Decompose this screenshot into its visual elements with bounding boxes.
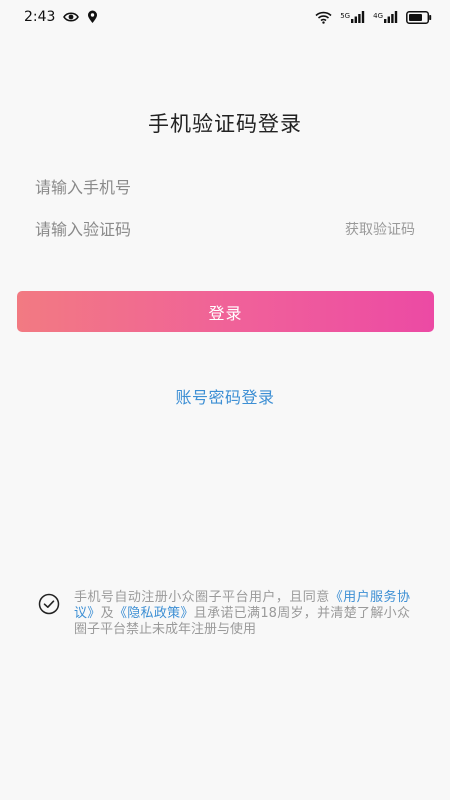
signal-4g-icon: 4G — [373, 11, 398, 23]
signal-5g-tag: 5G — [340, 12, 351, 20]
signal-4g-tag: 4G — [373, 12, 383, 20]
wifi-icon — [315, 11, 332, 24]
eye-icon — [63, 11, 80, 23]
agreement-section: 手机号自动注册小众圈子平台用户，且同意《用户服务协议》及《隐私政策》且承诺已满1… — [38, 590, 418, 638]
code-input[interactable] — [35, 219, 285, 239]
agreement-text: 手机号自动注册小众圈子平台用户，且同意《用户服务协议》及《隐私政策》且承诺已满1… — [74, 590, 410, 638]
checkbox-check-icon[interactable] — [38, 593, 60, 615]
status-bar: 2:43 5G 4G — [0, 0, 450, 34]
location-pin-icon — [87, 10, 98, 24]
status-time: 2:43 — [24, 9, 56, 25]
agreement-text-1: 手机号自动注册小众圈子平台用户，且同意 — [74, 590, 330, 605]
status-right: 5G 4G — [315, 10, 432, 24]
privacy-policy-link[interactable]: 《隐私政策》 — [114, 606, 194, 621]
battery-icon — [406, 10, 432, 24]
signal-5g-icon: 5G — [340, 11, 365, 23]
get-code-button[interactable]: 获取验证码 — [345, 219, 415, 239]
phone-field — [35, 173, 415, 201]
login-button[interactable]: 登录 — [17, 291, 434, 332]
page-title: 手机验证码登录 — [148, 112, 302, 136]
agreement-text-2: 及 — [100, 606, 114, 621]
code-field: 获取验证码 — [35, 215, 415, 243]
phone-input[interactable] — [35, 177, 285, 197]
password-login-link[interactable]: 账号密码登录 — [0, 384, 450, 408]
status-left: 2:43 — [24, 9, 98, 25]
